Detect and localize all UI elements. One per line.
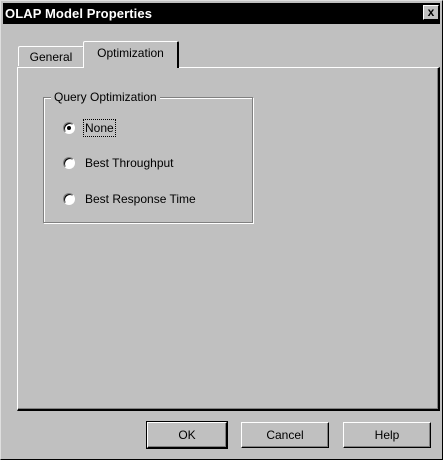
radio-button-icon[interactable] [63, 193, 75, 205]
radio-button-icon[interactable] [63, 157, 75, 169]
ok-button[interactable]: OK [146, 421, 228, 449]
tab-general-label: General [29, 50, 73, 64]
help-button[interactable]: Help [343, 422, 431, 448]
tab-general[interactable]: General [18, 46, 84, 66]
radio-button-selected-icon[interactable] [63, 122, 75, 134]
tab-optimization-label: Optimization [97, 46, 164, 60]
dialog-window: OLAP Model Properties x General Optimiza… [0, 0, 443, 460]
window-title: OLAP Model Properties [5, 6, 153, 21]
close-icon: x [427, 5, 435, 19]
radio-dot-icon [67, 126, 71, 130]
radio-label-none[interactable]: None [83, 119, 116, 137]
tab-optimization[interactable]: Optimization [83, 41, 179, 68]
close-button[interactable]: x [423, 5, 439, 20]
title-bar[interactable]: OLAP Model Properties x [3, 3, 440, 24]
cancel-button[interactable]: Cancel [241, 422, 329, 448]
radio-label-best-response-time[interactable]: Best Response Time [85, 192, 196, 206]
query-optimization-legend: Query Optimization [51, 90, 160, 104]
radio-label-best-throughput[interactable]: Best Throughput [85, 156, 174, 170]
